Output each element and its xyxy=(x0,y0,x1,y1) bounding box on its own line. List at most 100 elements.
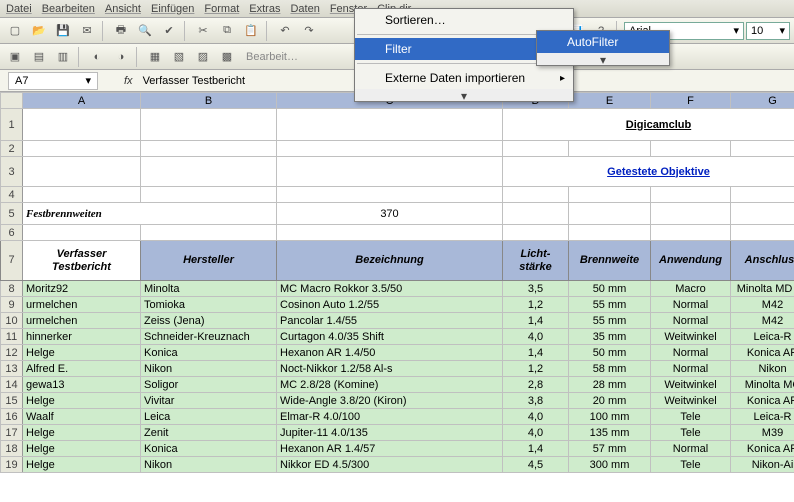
cell[interactable]: 1,4 xyxy=(503,345,569,361)
menu-extras[interactable]: Extras xyxy=(249,3,280,15)
cell[interactable]: 1,4 xyxy=(503,441,569,457)
row-header[interactable]: 11 xyxy=(1,329,23,345)
menu-ansicht[interactable]: Ansicht xyxy=(105,3,141,15)
cell[interactable]: Hexanon AR 1.4/57 xyxy=(277,441,503,457)
cell[interactable]: 55 mm xyxy=(569,297,651,313)
save-icon[interactable]: 💾 xyxy=(52,21,74,41)
formula-input[interactable]: Verfasser Testbericht xyxy=(143,75,246,87)
new-icon[interactable]: ▢ xyxy=(4,21,26,41)
cell[interactable]: Konica AR xyxy=(731,441,794,457)
cell[interactable]: 1,4 xyxy=(503,313,569,329)
cell[interactable]: Moritz92 xyxy=(23,281,141,297)
col-header-b[interactable]: B xyxy=(141,93,277,109)
row-header[interactable]: 3 xyxy=(1,157,23,187)
row-header[interactable]: 17 xyxy=(1,425,23,441)
cell[interactable]: Minolta MC xyxy=(731,377,794,393)
icon[interactable]: ▥ xyxy=(52,47,74,67)
cell[interactable]: Soligor xyxy=(141,377,277,393)
cell[interactable]: Minolta MD (M xyxy=(731,281,794,297)
paste-icon[interactable]: 📋 xyxy=(240,21,262,41)
cell[interactable]: Hexanon AR 1.4/50 xyxy=(277,345,503,361)
menu-expander-icon[interactable]: ▾ xyxy=(355,89,573,101)
cell[interactable]: 100 mm xyxy=(569,409,651,425)
cell[interactable]: Nikkor ED 4.5/300 xyxy=(277,457,503,473)
menu-item-autofilter[interactable]: AutoFilter xyxy=(537,31,669,53)
row-header[interactable]: 8 xyxy=(1,281,23,297)
icon[interactable]: ▨ xyxy=(192,47,214,67)
cell[interactable]: urmelchen xyxy=(23,297,141,313)
redo-icon[interactable]: ↷ xyxy=(298,21,320,41)
menu-daten[interactable]: Daten xyxy=(290,3,319,15)
cell[interactable]: MC Macro Rokkor 3.5/50 xyxy=(277,281,503,297)
cell[interactable]: Konica AR xyxy=(731,393,794,409)
chevron-down-icon[interactable]: ▾ xyxy=(733,24,739,37)
cell[interactable]: gewa13 xyxy=(23,377,141,393)
cell[interactable]: Leica xyxy=(141,409,277,425)
cell[interactable]: Konica xyxy=(141,345,277,361)
menu-einfuegen[interactable]: Einfügen xyxy=(151,3,194,15)
cell[interactable]: Vivitar xyxy=(141,393,277,409)
cell[interactable]: 4,0 xyxy=(503,329,569,345)
cell[interactable]: Pancolar 1.4/55 xyxy=(277,313,503,329)
cell[interactable]: Nikon xyxy=(141,361,277,377)
cell[interactable]: 4,5 xyxy=(503,457,569,473)
row-header[interactable]: 10 xyxy=(1,313,23,329)
row-header[interactable]: 18 xyxy=(1,441,23,457)
cell[interactable]: 58 mm xyxy=(569,361,651,377)
cell[interactable]: 1,2 xyxy=(503,297,569,313)
cell[interactable]: 20 mm xyxy=(569,393,651,409)
cell[interactable]: Zenit xyxy=(141,425,277,441)
cell[interactable]: 300 mm xyxy=(569,457,651,473)
link-title[interactable]: Getestete Objektive xyxy=(503,157,794,187)
menu-expander-icon[interactable]: ▾ xyxy=(537,53,669,65)
mail-icon[interactable]: ✉ xyxy=(76,21,98,41)
cell[interactable]: Alfred E. xyxy=(23,361,141,377)
menu-format[interactable]: Format xyxy=(204,3,239,15)
cell[interactable]: 4,0 xyxy=(503,409,569,425)
name-box[interactable]: A7▾ xyxy=(8,72,98,90)
cell[interactable]: Helge xyxy=(23,425,141,441)
cell[interactable]: Normal xyxy=(651,297,731,313)
row-header[interactable]: 4 xyxy=(1,187,23,203)
icon[interactable]: ▩ xyxy=(216,47,238,67)
cell[interactable]: 28 mm xyxy=(569,377,651,393)
icon[interactable]: ▦ xyxy=(144,47,166,67)
cell[interactable]: Tele xyxy=(651,457,731,473)
cell[interactable]: M39 xyxy=(731,425,794,441)
col-header-f[interactable]: F xyxy=(651,93,731,109)
cut-icon[interactable]: ✂ xyxy=(192,21,214,41)
cell[interactable]: Zeiss (Jena) xyxy=(141,313,277,329)
row-header[interactable]: 5 xyxy=(1,203,23,225)
row-header[interactable]: 12 xyxy=(1,345,23,361)
row-header[interactable]: 15 xyxy=(1,393,23,409)
menu-bearbeiten[interactable]: Bearbeiten xyxy=(42,3,95,15)
cell[interactable]: Konica AR xyxy=(731,345,794,361)
cell[interactable]: Weitwinkel xyxy=(651,377,731,393)
cell[interactable]: Helge xyxy=(23,393,141,409)
cell[interactable]: Konica xyxy=(141,441,277,457)
menu-datei[interactable]: Datei xyxy=(6,3,32,15)
cell[interactable]: Nikon xyxy=(731,361,794,377)
cell[interactable]: Waalf xyxy=(23,409,141,425)
filter-submenu[interactable]: AutoFilter ▾ xyxy=(536,30,670,66)
cell[interactable]: Normal xyxy=(651,345,731,361)
copy-icon[interactable]: ⧉ xyxy=(216,21,238,41)
cell[interactable]: Noct-Nikkor 1.2/58 Al-s xyxy=(277,361,503,377)
row-header[interactable]: 1 xyxy=(1,109,23,141)
cell[interactable]: Minolta xyxy=(141,281,277,297)
cell[interactable]: 3,8 xyxy=(503,393,569,409)
cell[interactable]: Elmar-R 4.0/100 xyxy=(277,409,503,425)
icon[interactable]: ◑ xyxy=(110,47,132,67)
cell[interactable]: Nikon xyxy=(141,457,277,473)
cell[interactable]: Macro xyxy=(651,281,731,297)
cell[interactable]: Wide-Angle 3.8/20 (Kiron) xyxy=(277,393,503,409)
cell[interactable]: 2,8 xyxy=(503,377,569,393)
cell[interactable]: Jupiter-11 4.0/135 xyxy=(277,425,503,441)
col-header-a[interactable]: A xyxy=(23,93,141,109)
cell[interactable]: Weitwinkel xyxy=(651,393,731,409)
cell[interactable]: Tomioka xyxy=(141,297,277,313)
col-header-g[interactable]: G xyxy=(731,93,794,109)
cell[interactable]: 50 mm xyxy=(569,345,651,361)
cell[interactable]: Helge xyxy=(23,345,141,361)
cell[interactable]: Schneider-Kreuznach xyxy=(141,329,277,345)
